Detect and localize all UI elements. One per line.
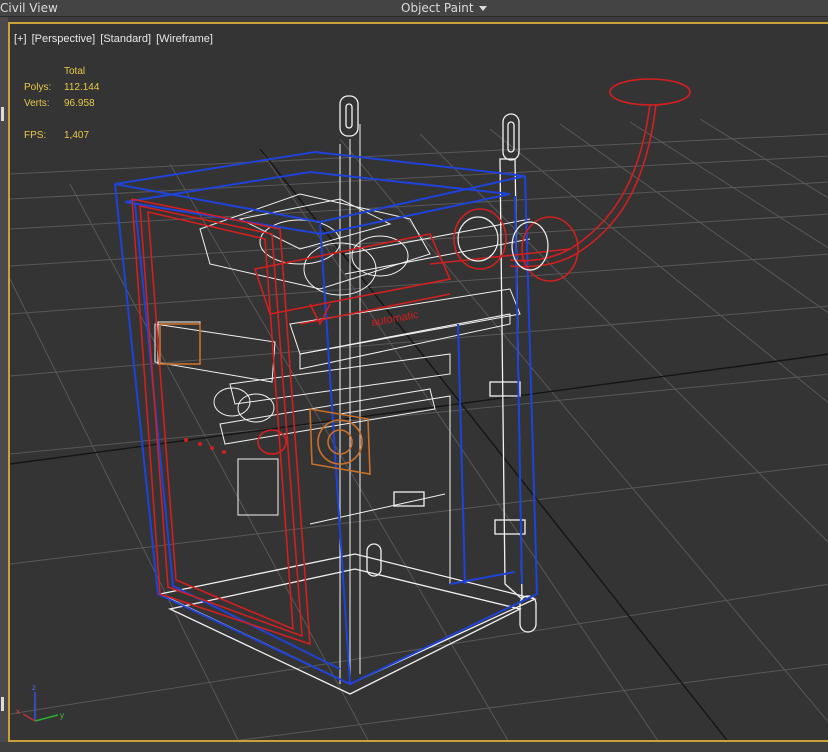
left-panel-edge (0, 17, 8, 752)
panel-tick (1, 697, 4, 711)
viewport-label-menu: [+] [Perspective] [Standard] [Wireframe] (14, 33, 215, 45)
top-toolbar: Civil View Object Paint (0, 0, 828, 17)
bottom-panel-edge (0, 742, 828, 752)
model-text: automatic (370, 309, 420, 329)
panel-tick (1, 107, 4, 121)
viewport-plus-menu[interactable]: [+] (14, 33, 27, 45)
gizmo-y-label: y (60, 711, 64, 720)
statistics-overlay: Total Polys: 112.144 Verts: 96.958 FPS: … (24, 64, 99, 144)
verts-row: Verts: 96.958 (24, 96, 99, 112)
fps-value: 1,407 (64, 130, 90, 141)
stats-header: Total (64, 66, 86, 77)
polys-label: Polys: (24, 82, 52, 93)
gizmo-x-label: x (16, 707, 20, 716)
viewport-scene[interactable]: automatic z y x (10, 24, 828, 742)
civil-view-menu[interactable]: Civil View (0, 0, 58, 16)
object-paint-label: Object Paint (401, 1, 474, 15)
viewport-pov-menu[interactable]: [Perspective] (32, 33, 96, 45)
polys-row: Polys: 112.144 (24, 80, 99, 96)
axis-gizmo: z y x (16, 683, 64, 722)
viewport-display-mode-menu[interactable]: [Wireframe] (156, 33, 213, 45)
verts-label: Verts: (24, 98, 50, 109)
perspective-viewport[interactable]: automatic z y x [+] [Perspective] [Stand… (8, 22, 828, 742)
viewport-shading-quality-menu[interactable]: [Standard] (100, 33, 151, 45)
polys-value: 112.144 (64, 82, 100, 93)
fps-row: FPS: 1,407 (24, 128, 99, 144)
fps-label: FPS: (24, 130, 47, 141)
chevron-down-icon (478, 6, 487, 11)
object-paint-menu[interactable]: Object Paint (401, 0, 487, 16)
verts-value: 96.958 (64, 98, 95, 109)
gizmo-z-label: z (32, 683, 36, 692)
grid-axis-lines (10, 148, 828, 740)
